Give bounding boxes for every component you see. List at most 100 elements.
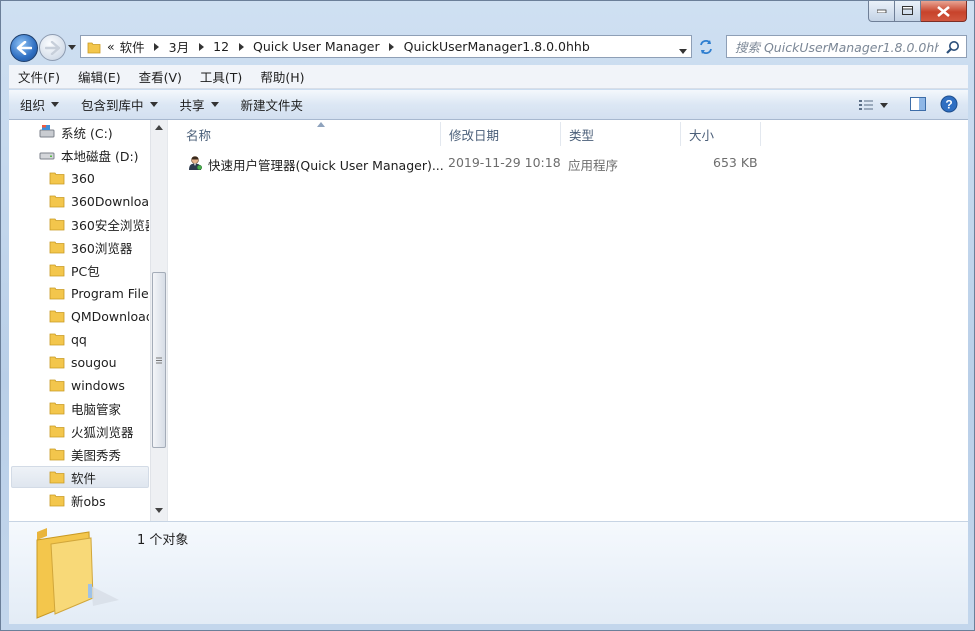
command-bar: 组织 包含到库中 共享 新建文件夹 ? bbox=[9, 90, 968, 120]
chevron-down-icon bbox=[880, 103, 888, 108]
new-folder-button[interactable]: 新建文件夹 bbox=[230, 95, 315, 114]
sidebar-item-drive-c[interactable]: 系统 (C:) bbox=[11, 121, 149, 143]
search-placeholder: 搜索 QuickUserManager1.8.0.0hhb bbox=[735, 40, 939, 55]
sidebar-item-folder[interactable]: qq bbox=[11, 328, 149, 350]
view-controls: ? bbox=[858, 95, 958, 116]
folder-icon bbox=[87, 42, 101, 53]
share-button[interactable]: 共享 bbox=[169, 95, 230, 114]
maximize-button[interactable] bbox=[895, 1, 921, 22]
breadcrumb-item[interactable]: 3月 bbox=[164, 37, 208, 56]
folder-icon bbox=[49, 333, 65, 346]
minimize-button[interactable] bbox=[868, 1, 895, 22]
column-header-type[interactable]: 类型 bbox=[561, 122, 681, 146]
scroll-down-icon[interactable] bbox=[155, 508, 163, 513]
include-in-library-button[interactable]: 包含到库中 bbox=[70, 95, 169, 114]
breadcrumb-separator-icon[interactable] bbox=[150, 42, 164, 51]
folder-icon bbox=[49, 379, 65, 392]
back-button[interactable] bbox=[10, 34, 38, 62]
file-list: 名称 修改日期 类型 大小 快速用户管理器(Quick User Manager… bbox=[167, 120, 968, 521]
preview-pane-icon bbox=[910, 97, 926, 111]
breadcrumb-item[interactable]: 软件 bbox=[115, 37, 164, 56]
breadcrumb-separator-icon[interactable] bbox=[234, 42, 248, 51]
breadcrumb-item[interactable]: 12 bbox=[208, 39, 248, 54]
address-history-dropdown[interactable] bbox=[679, 43, 687, 57]
refresh-icon bbox=[700, 40, 712, 54]
menu-tools[interactable]: 工具(T) bbox=[191, 67, 251, 86]
breadcrumb-separator-icon[interactable] bbox=[194, 42, 208, 51]
breadcrumb-separator-icon[interactable] bbox=[385, 42, 399, 51]
sidebar-item-folder[interactable]: windows bbox=[11, 374, 149, 396]
sidebar-item-folder[interactable]: 电脑管家 bbox=[11, 397, 149, 419]
chevron-down-icon bbox=[149, 102, 158, 107]
column-header-size[interactable]: 大小 bbox=[681, 122, 761, 146]
folder-icon bbox=[49, 218, 65, 231]
search-input[interactable]: 搜索 QuickUserManager1.8.0.0hhb bbox=[726, 35, 967, 58]
sidebar-item-folder[interactable]: QMDownload bbox=[11, 305, 149, 327]
details-pane: 1 个对象 bbox=[9, 521, 968, 624]
recent-pages-button[interactable] bbox=[67, 42, 77, 52]
folder-icon bbox=[49, 310, 65, 323]
change-view-button[interactable] bbox=[858, 99, 888, 113]
sidebar-item-folder[interactable]: Program Files bbox=[11, 282, 149, 304]
menu-file[interactable]: 文件(F) bbox=[9, 67, 69, 86]
folder-icon bbox=[49, 241, 65, 254]
window-caption-buttons bbox=[868, 1, 967, 22]
sidebar-item-folder[interactable]: PC包 bbox=[11, 259, 149, 281]
folder-icon bbox=[49, 494, 65, 507]
details-view-icon bbox=[859, 99, 873, 110]
large-folder-icon bbox=[36, 528, 119, 619]
file-row[interactable]: 快速用户管理器(Quick User Manager)... 2019-11-2… bbox=[183, 152, 763, 174]
chevron-down-icon bbox=[68, 44, 76, 50]
address-bar[interactable]: « 软件 3月 12 Quick User Manager QuickUserM… bbox=[80, 35, 692, 58]
sidebar-item-folder[interactable]: 360安全浏览器 bbox=[11, 213, 149, 235]
menu-view[interactable]: 查看(V) bbox=[130, 67, 191, 86]
preview-pane-button[interactable] bbox=[910, 97, 926, 114]
sidebar-item-folder[interactable]: sougou bbox=[11, 351, 149, 373]
folder-icon bbox=[49, 172, 65, 185]
breadcrumb-item[interactable]: Quick User Manager bbox=[248, 39, 399, 54]
scroll-up-icon[interactable] bbox=[155, 125, 163, 130]
folder-icon bbox=[49, 195, 65, 208]
minimize-icon bbox=[876, 9, 886, 13]
file-size: 653 KB bbox=[713, 155, 758, 170]
address-overflow[interactable]: « bbox=[107, 39, 115, 54]
sidebar-item-folder[interactable]: 360 bbox=[11, 167, 149, 189]
folder-icon bbox=[49, 287, 65, 300]
forward-button[interactable] bbox=[39, 34, 66, 61]
sidebar-item-drive-d[interactable]: 本地磁盘 (D:) bbox=[11, 144, 149, 166]
help-button[interactable]: ? bbox=[940, 95, 958, 116]
menu-help[interactable]: 帮助(H) bbox=[251, 67, 313, 86]
folder-icon bbox=[49, 356, 65, 369]
sidebar-item-folder[interactable]: 火狐浏览器 bbox=[11, 420, 149, 442]
disk-drive-icon bbox=[39, 152, 55, 160]
file-modified: 2019-11-29 10:18 bbox=[448, 155, 561, 170]
folder-icon bbox=[49, 425, 65, 438]
file-name: 快速用户管理器(Quick User Manager)... bbox=[208, 158, 444, 173]
chevron-down-icon bbox=[210, 102, 219, 107]
folder-icon bbox=[49, 448, 65, 461]
column-header-modified[interactable]: 修改日期 bbox=[441, 122, 561, 146]
sidebar-item-folder[interactable]: 360浏览器 bbox=[11, 236, 149, 258]
grip-icon bbox=[156, 357, 162, 363]
sidebar-item-folder[interactable]: 美图秀秀 bbox=[11, 443, 149, 465]
sidebar-item-folder[interactable]: 360Downloads bbox=[11, 190, 149, 212]
column-header-name[interactable]: 名称 bbox=[178, 122, 441, 146]
system-drive-icon bbox=[39, 125, 55, 138]
sidebar-item-folder[interactable]: 新obs bbox=[11, 489, 149, 511]
menu-bar: 文件(F) 编辑(E) 查看(V) 工具(T) 帮助(H) bbox=[9, 65, 968, 89]
maximize-icon bbox=[902, 6, 913, 15]
refresh-button[interactable] bbox=[695, 36, 717, 58]
navigation-scrollbar[interactable] bbox=[150, 120, 167, 521]
sort-ascending-icon bbox=[317, 122, 325, 127]
help-icon: ? bbox=[940, 95, 958, 113]
svg-text:?: ? bbox=[945, 98, 952, 112]
organize-button[interactable]: 组织 bbox=[9, 95, 70, 114]
sidebar-item-selected-folder[interactable]: 软件 bbox=[11, 466, 149, 488]
breadcrumb-item[interactable]: QuickUserManager1.8.0.0hhb bbox=[399, 39, 595, 54]
user-manager-app-icon bbox=[189, 156, 203, 171]
back-arrow-icon bbox=[16, 41, 32, 55]
scrollbar-thumb[interactable] bbox=[152, 272, 166, 448]
menu-edit[interactable]: 编辑(E) bbox=[69, 67, 130, 86]
search-icon[interactable] bbox=[946, 40, 960, 54]
close-button[interactable] bbox=[921, 1, 967, 22]
